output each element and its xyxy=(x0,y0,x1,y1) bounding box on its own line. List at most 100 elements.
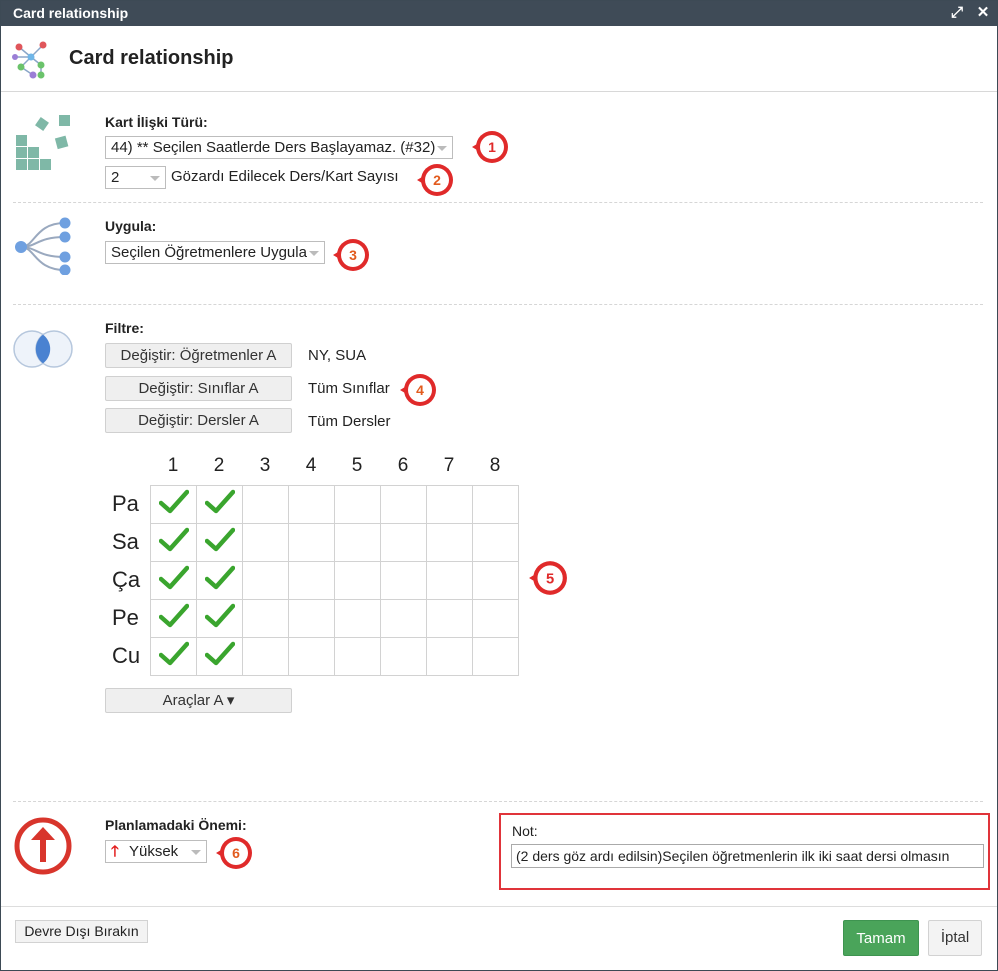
change-classes-button[interactable]: Değiştir: Sınıflar A xyxy=(105,376,292,401)
checkmark-icon xyxy=(204,641,235,666)
grid-row-header: Sa xyxy=(112,529,139,554)
grid-cell[interactable] xyxy=(426,599,473,638)
chevron-down-icon xyxy=(191,850,201,855)
grid-cell[interactable] xyxy=(150,485,197,524)
grid-cell[interactable] xyxy=(334,637,381,676)
grid-column-header: 7 xyxy=(443,455,455,476)
section-divider xyxy=(13,801,983,802)
grid-cell[interactable] xyxy=(150,637,197,676)
grid-cell[interactable] xyxy=(150,523,197,562)
callout-badge-3: 3 xyxy=(333,239,369,271)
arrow-up-icon: 🡑 xyxy=(111,843,119,860)
arrow-up-circle-icon xyxy=(14,817,72,875)
ignore-count-value: 2 xyxy=(111,169,120,186)
grid-cell[interactable] xyxy=(334,561,381,600)
grid-cell[interactable] xyxy=(380,637,427,676)
grid-cell[interactable] xyxy=(242,523,289,562)
callout-badge-5: 5 xyxy=(529,561,567,595)
checkmark-icon xyxy=(158,603,189,628)
badge-number: 4 xyxy=(416,382,424,398)
ignore-count-label: Gözardı Edilecek Ders/Kart Sayısı xyxy=(171,168,399,185)
grid-cell[interactable] xyxy=(242,561,289,600)
importance-label: Planlamadaki Önemi: xyxy=(105,817,247,833)
importance-value: Yüksek xyxy=(128,843,179,860)
close-icon[interactable]: ✕ xyxy=(973,1,993,26)
badge-number: 6 xyxy=(232,845,240,861)
card-relationship-dialog: Card relationship ⤢ ✕ Card relationship … xyxy=(0,0,998,971)
grid-cell[interactable] xyxy=(380,599,427,638)
grid-cell[interactable] xyxy=(334,523,381,562)
relation-type-value: 44) ** Seçilen Saatlerde Ders Başlayamaz… xyxy=(111,139,436,156)
checkmark-icon xyxy=(158,489,189,514)
badge-number: 5 xyxy=(546,571,554,587)
grid-cell[interactable] xyxy=(380,561,427,600)
grid-column-header: 5 xyxy=(351,455,363,476)
change-teachers-button[interactable]: Değiştir: Öğretmenler A xyxy=(105,343,292,368)
chevron-down-icon xyxy=(309,251,319,256)
callout-badge-2: 2 xyxy=(417,164,453,196)
grid-cell[interactable] xyxy=(150,561,197,600)
chevron-down-icon xyxy=(150,176,160,181)
section-divider xyxy=(13,304,983,305)
grid-cell[interactable] xyxy=(196,561,243,600)
grid-cell[interactable] xyxy=(196,485,243,524)
checkmark-icon xyxy=(158,565,189,590)
change-subjects-button[interactable]: Değiştir: Dersler A xyxy=(105,408,292,433)
grid-cell[interactable] xyxy=(472,637,519,676)
disable-button[interactable]: Devre Dışı Bırakın xyxy=(15,920,148,943)
grid-row xyxy=(150,637,519,676)
cancel-button[interactable]: İptal xyxy=(928,920,982,956)
grid-cell[interactable] xyxy=(242,637,289,676)
grid-row xyxy=(150,561,519,600)
apply-label: Uygula: xyxy=(105,218,157,234)
teachers-filter-value: NY, SUA xyxy=(308,347,367,364)
grid-cell[interactable] xyxy=(426,523,473,562)
expand-icon[interactable]: ⤢ xyxy=(947,1,967,26)
branch-tree-icon xyxy=(15,217,71,275)
grid-cell[interactable] xyxy=(426,561,473,600)
section-divider xyxy=(13,202,983,203)
checkmark-icon xyxy=(204,603,235,628)
note-input[interactable]: (2 ders göz ardı edilsin)Seçilen öğretme… xyxy=(511,844,984,868)
relation-type-select[interactable]: 44) ** Seçilen Saatlerde Ders Başlayamaz… xyxy=(105,136,453,159)
grid-cell[interactable] xyxy=(288,485,335,524)
ignore-count-select[interactable]: 2 xyxy=(105,166,166,189)
grid-row-header: Pe xyxy=(112,605,139,630)
grid-cell[interactable] xyxy=(380,485,427,524)
callout-badge-1: 1 xyxy=(472,131,508,163)
grid-cell[interactable] xyxy=(334,485,381,524)
apply-value: Seçilen Öğretmenlere Uygula xyxy=(111,244,307,261)
grid-cell[interactable] xyxy=(288,523,335,562)
grid-cell[interactable] xyxy=(426,637,473,676)
ok-button[interactable]: Tamam xyxy=(843,920,919,956)
apply-select[interactable]: Seçilen Öğretmenlere Uygula xyxy=(105,241,325,264)
badge-number: 1 xyxy=(488,139,496,155)
grid-cell[interactable] xyxy=(472,561,519,600)
checkmark-icon xyxy=(204,527,235,552)
callout-badge-6: 6 xyxy=(216,837,252,869)
grid-cell[interactable] xyxy=(334,599,381,638)
tools-button[interactable]: Araçlar A ▾ xyxy=(105,688,292,713)
grid-cell[interactable] xyxy=(196,637,243,676)
grid-cell[interactable] xyxy=(196,599,243,638)
network-graph-icon xyxy=(12,41,47,79)
grid-cell[interactable] xyxy=(242,485,289,524)
note-panel: Not: (2 ders göz ardı edilsin)Seçilen öğ… xyxy=(499,813,990,890)
grid-cell[interactable] xyxy=(196,523,243,562)
grid-cell[interactable] xyxy=(380,523,427,562)
importance-select[interactable]: 🡑 Yüksek xyxy=(105,840,207,863)
badge-number: 2 xyxy=(433,172,441,188)
grid-cell[interactable] xyxy=(472,485,519,524)
header-divider xyxy=(1,91,997,92)
grid-cell[interactable] xyxy=(472,599,519,638)
grid-cell[interactable] xyxy=(288,599,335,638)
grid-cell[interactable] xyxy=(472,523,519,562)
grid-cell[interactable] xyxy=(150,599,197,638)
checkmark-icon xyxy=(158,527,189,552)
grid-column-header: 2 xyxy=(213,455,225,476)
chevron-down-icon xyxy=(437,146,447,151)
grid-cell[interactable] xyxy=(288,637,335,676)
grid-cell[interactable] xyxy=(288,561,335,600)
grid-cell[interactable] xyxy=(242,599,289,638)
grid-cell[interactable] xyxy=(426,485,473,524)
